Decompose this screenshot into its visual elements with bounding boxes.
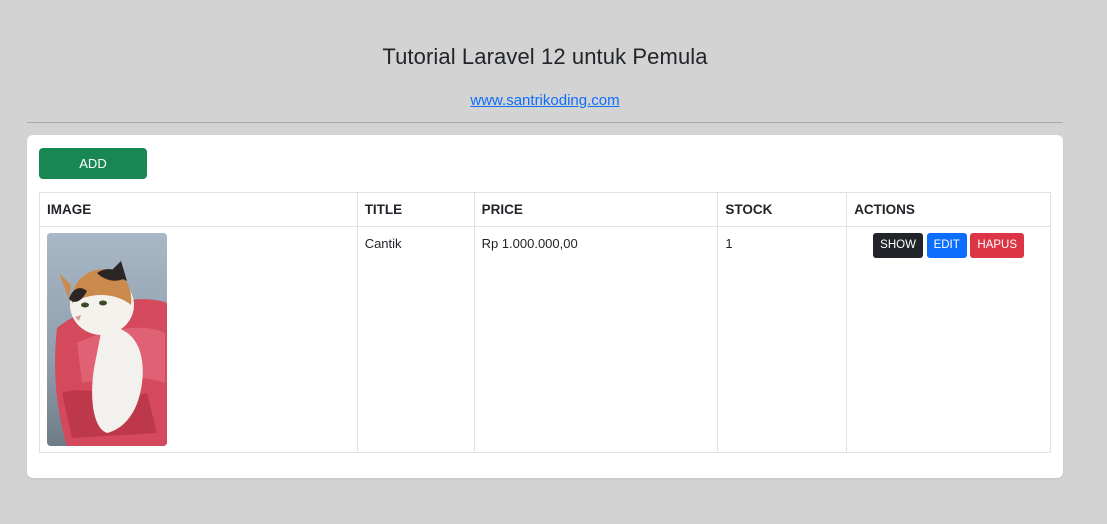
page-title: Tutorial Laravel 12 untuk Pemula bbox=[382, 44, 708, 69]
add-product-button[interactable]: ADD PRODUCT bbox=[39, 148, 147, 202]
products-table: IMAGE TITLE PRICE STOCK ACTIONS Cantik R… bbox=[39, 192, 1051, 453]
price-cell: Rp 1.000.000,00 bbox=[473, 226, 719, 453]
table-row: Cantik Rp 1.000.000,00 1 SHOW EDIT HAPUS bbox=[39, 226, 1051, 453]
delete-button[interactable]: HAPUS bbox=[970, 233, 1025, 258]
page: Tutorial Laravel 12 untuk Pemula www.san… bbox=[0, 0, 1107, 524]
product-card: ADD PRODUCT IMAGE TITLE PRICE STOCK ACTI… bbox=[27, 135, 1063, 478]
title-cell: Cantik bbox=[356, 226, 475, 453]
header-image: IMAGE bbox=[39, 192, 358, 227]
site-link[interactable]: www.santrikoding.com bbox=[470, 92, 619, 109]
product-image-cat bbox=[47, 233, 167, 446]
show-button[interactable]: SHOW bbox=[873, 233, 923, 258]
header-price: PRICE bbox=[473, 192, 719, 227]
site-link-wrapper: www.santrikoding.com bbox=[27, 92, 1063, 109]
table-header-row: IMAGE TITLE PRICE STOCK ACTIONS bbox=[39, 192, 1051, 227]
edit-button[interactable]: EDIT bbox=[926, 233, 967, 258]
actions-cell: SHOW EDIT HAPUS bbox=[846, 226, 1051, 453]
stock-cell: 1 bbox=[717, 226, 848, 453]
header-actions: ACTIONS bbox=[846, 192, 1051, 227]
header-stock: STOCK bbox=[717, 192, 848, 227]
divider bbox=[27, 122, 1063, 123]
header-title: TITLE bbox=[356, 192, 475, 227]
image-cell bbox=[39, 226, 358, 453]
